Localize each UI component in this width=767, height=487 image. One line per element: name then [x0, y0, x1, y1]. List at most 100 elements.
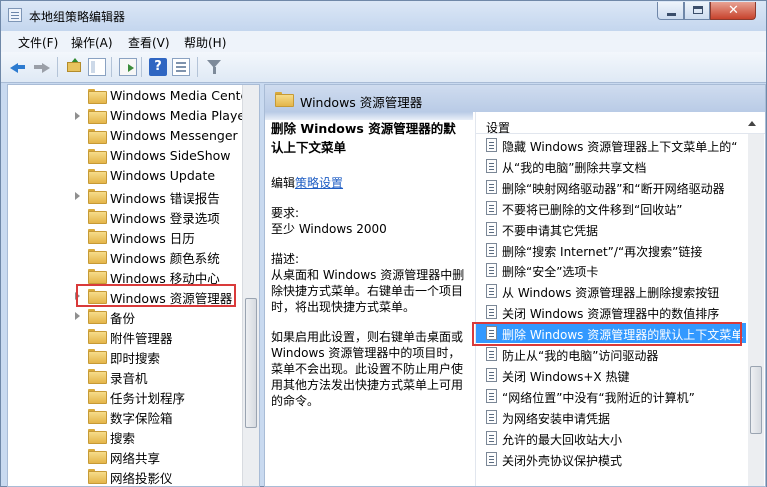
setting-row[interactable]: “网络位置”中没有“我附近的计算机”	[476, 386, 746, 406]
tree-item-label: Windows Media Player	[110, 108, 251, 123]
tree-item-label: Windows SideShow	[110, 148, 231, 163]
setting-name: 防止从“我的电脑”访问驱动器	[502, 349, 659, 363]
setting-name: 不要将已删除的文件移到“回收站”	[502, 202, 683, 217]
folder-icon	[88, 309, 107, 324]
setting-row[interactable]: 删除“映射网络驱动器”和“断开网络驱动器	[476, 177, 746, 197]
tree-item-label: 附件管理器	[110, 331, 173, 346]
tree-item[interactable]: Windows 颜色系统	[8, 246, 248, 266]
toolbar: ?	[1, 52, 766, 83]
close-button[interactable]: ✕	[710, 2, 756, 20]
setting-name: 删除“安全”选项卡	[502, 265, 599, 280]
setting-row[interactable]: 为网络安装申请凭据	[476, 407, 746, 427]
help-icon[interactable]: ?	[149, 58, 167, 76]
expand-arrow-icon[interactable]	[75, 312, 80, 320]
tree-item[interactable]: Windows Messenger	[8, 126, 248, 146]
setting-row[interactable]: 删除“安全”选项卡	[476, 260, 746, 280]
setting-row[interactable]: 允许的最大回收站大小	[476, 428, 746, 448]
menu-help[interactable]: 帮助(H)	[184, 34, 226, 51]
maximize-button[interactable]	[684, 2, 710, 20]
folder-icon	[88, 469, 107, 484]
tree-item[interactable]: 网络共享	[8, 446, 248, 466]
tree-item[interactable]: Windows SideShow	[8, 146, 248, 166]
menu-action[interactable]: 操作(A)	[71, 34, 113, 51]
policy-setting-icon	[486, 305, 497, 320]
tree-item[interactable]: 数字保险箱	[8, 406, 248, 426]
folder-icon	[88, 249, 107, 264]
setting-row[interactable]: 从“我的电脑”删除共享文档	[476, 156, 746, 176]
maximize-icon	[693, 6, 703, 14]
tree-item[interactable]: 网络投影仪	[8, 466, 248, 486]
tree-item[interactable]: Windows 日历	[8, 226, 248, 246]
up-folder-icon[interactable]	[65, 58, 83, 76]
tree-scrollbar[interactable]	[242, 85, 259, 486]
tree-item[interactable]: Windows Media Cente	[8, 86, 248, 106]
tree-item-label: 网络共享	[110, 451, 161, 466]
setting-row[interactable]: 关闭 Windows+X 热键	[476, 365, 746, 385]
minimize-icon	[667, 13, 676, 16]
detail-pane: Windows 资源管理器 删除 Windows 资源管理器的默认上下文菜单 编…	[264, 84, 766, 487]
tree-item[interactable]: 搜索	[8, 426, 248, 446]
settings-column-header[interactable]: 设置	[476, 112, 765, 135]
setting-row[interactable]: 从 Windows 资源管理器上删除搜索按钮	[476, 281, 746, 301]
tree-item[interactable]: Windows Media Player	[8, 106, 251, 126]
tree-item[interactable]: Windows 登录选项	[8, 206, 248, 226]
folder-icon	[88, 349, 107, 364]
setting-name: 隐藏 Windows 资源管理器上下文菜单上的“	[502, 140, 738, 154]
tree-item-label: Windows 错误报告	[110, 191, 220, 206]
forward-arrow-icon[interactable]	[33, 58, 51, 76]
setting-row[interactable]: 删除“搜索 Internet”/“再次搜索”链接	[476, 240, 746, 260]
tree-item-label: 即时搜索	[110, 351, 161, 366]
minimize-button[interactable]	[657, 2, 684, 20]
show-hide-tree-icon[interactable]	[88, 58, 106, 76]
policy-setting-icon	[486, 409, 497, 424]
folder-icon	[88, 149, 107, 164]
setting-row[interactable]: 隐藏 Windows 资源管理器上下文菜单上的“	[476, 135, 746, 155]
toolbar-divider	[57, 57, 58, 77]
tree-item[interactable]: 附件管理器	[8, 326, 248, 346]
setting-row[interactable]: 关闭外壳协议保护模式	[476, 449, 746, 469]
tree-item-label: Windows 颜色系统	[110, 251, 220, 266]
folder-icon	[88, 229, 107, 244]
setting-name: 从 Windows 资源管理器上删除搜索按钮	[502, 286, 720, 301]
view-icon[interactable]	[172, 58, 190, 76]
close-icon: ✕	[728, 3, 739, 18]
settings-scrollbar[interactable]	[748, 134, 764, 486]
tree-item-label: Windows Update	[110, 168, 216, 183]
filter-icon[interactable]	[205, 58, 223, 76]
back-arrow-icon[interactable]	[9, 58, 27, 76]
setting-row[interactable]: 不要将已删除的文件移到“回收站”	[476, 198, 746, 218]
settings-scroll-thumb[interactable]	[750, 366, 762, 434]
setting-row[interactable]: 不要申请其它凭据	[476, 219, 746, 239]
policy-settings-link[interactable]: 策略设置	[295, 176, 343, 190]
expand-arrow-icon[interactable]	[75, 112, 80, 120]
title-bar: 本地组策略编辑器 ✕	[1, 1, 766, 31]
toolbar-divider	[141, 57, 142, 77]
tree-item[interactable]: 即时搜索	[8, 346, 248, 366]
menu-view[interactable]: 查看(V)	[128, 34, 170, 51]
tree-item[interactable]: 备份	[8, 306, 248, 326]
menu-file[interactable]: 文件(F)	[18, 34, 58, 51]
export-list-icon[interactable]	[119, 58, 137, 76]
policy-setting-icon	[486, 388, 497, 403]
tree-item-label: 任务计划程序	[110, 391, 186, 406]
setting-row[interactable]: 关闭 Windows 资源管理器中的数值排序	[476, 302, 746, 322]
window: 本地组策略编辑器 ✕ 文件(F) 操作(A) 查看(V) 帮助(H) ? Win…	[0, 0, 767, 487]
tree-highlight-box	[76, 284, 236, 307]
setting-name: 关闭外壳协议保护模式	[502, 453, 623, 468]
setting-row[interactable]: 防止从“我的电脑”访问驱动器	[476, 344, 746, 364]
expand-arrow-icon[interactable]	[75, 192, 80, 200]
policy-setting-icon	[486, 242, 497, 257]
menu-bar: 文件(F) 操作(A) 查看(V) 帮助(H)	[1, 31, 766, 52]
scroll-up-arrow-icon[interactable]	[748, 121, 756, 126]
tree-item[interactable]: Windows 移动中心	[8, 266, 248, 286]
tree-item[interactable]: 录音机	[8, 366, 248, 386]
detail-header-title: Windows 资源管理器	[300, 95, 423, 110]
policy-setting-icon	[486, 221, 497, 236]
tree-scroll-thumb[interactable]	[245, 298, 257, 428]
folder-icon	[88, 389, 107, 404]
tree-item[interactable]: Windows 错误报告	[8, 186, 248, 206]
tree-item[interactable]: 任务计划程序	[8, 386, 248, 406]
tree-item[interactable]: Windows Update	[8, 166, 248, 186]
toolbar-divider	[197, 57, 198, 77]
setting-name: 不要申请其它凭据	[502, 223, 599, 238]
